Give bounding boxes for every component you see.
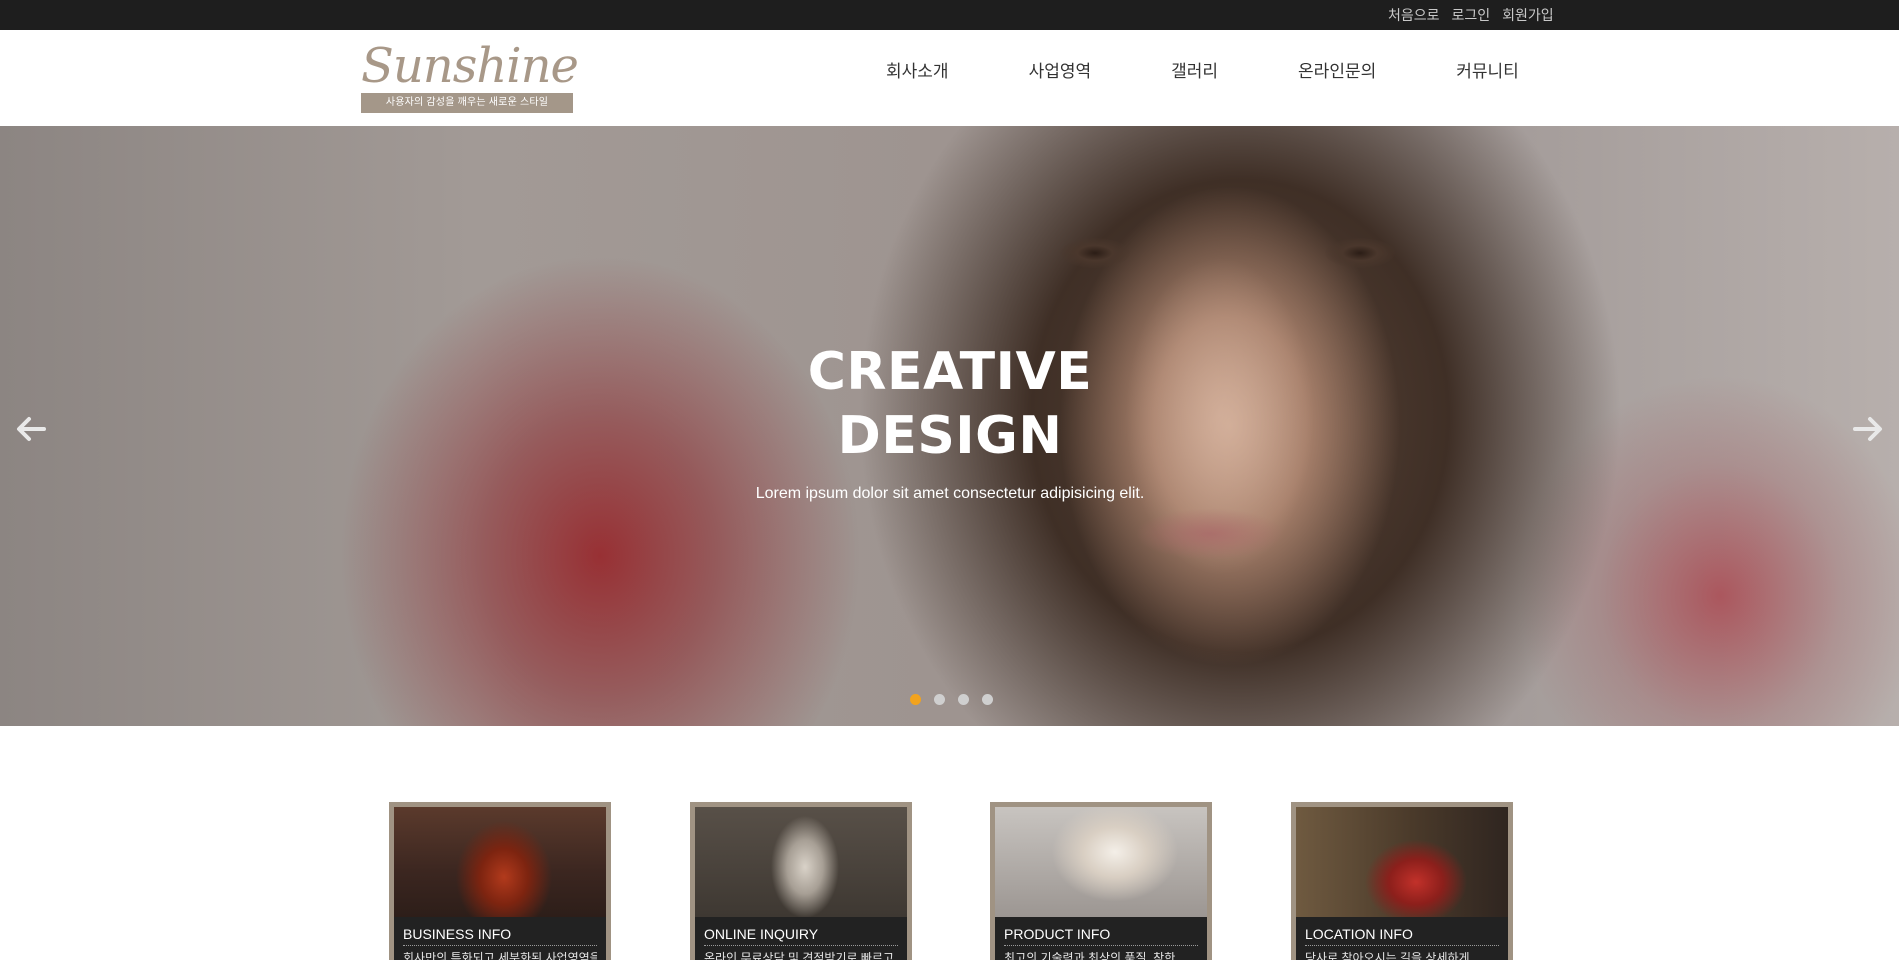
nav-item-inquiry[interactable]: 온라인문의 bbox=[1298, 60, 1376, 84]
arrow-right-icon bbox=[1853, 417, 1882, 441]
card-title: BUSINESS INFO bbox=[403, 925, 597, 946]
slider-pagination bbox=[910, 694, 993, 705]
site-logo[interactable]: Sunshine 사용자의 감성을 깨우는 새로운 스타일 bbox=[361, 38, 579, 114]
slider-prev-button[interactable] bbox=[14, 412, 48, 446]
hero-title-line1: CREATIVE bbox=[807, 342, 1093, 402]
hero-image-lips bbox=[1135, 508, 1285, 560]
card-title: PRODUCT INFO bbox=[1004, 925, 1198, 946]
site-header: Sunshine 사용자의 감성을 깨우는 새로운 스타일 회사소개 사업영역 … bbox=[0, 30, 1899, 126]
card-body: ONLINE INQUIRY 온라인 무료상담 및 견적받기로 빠르고 bbox=[695, 917, 907, 960]
card-text: 최고의 기술력과 최상의 품질, 착한 bbox=[1004, 951, 1176, 960]
slider-dot-3[interactable] bbox=[958, 694, 969, 705]
hero-description: Lorem ipsum dolor sit amet consectetur a… bbox=[755, 485, 1145, 502]
top-utility-bar: 처음으로 로그인 회원가입 bbox=[0, 0, 1899, 30]
card-title: ONLINE INQUIRY bbox=[704, 925, 898, 946]
slider-dot-1[interactable] bbox=[910, 694, 921, 705]
card-location-info[interactable]: LOCATION INFO 당사로 찾아오시는 길을 상세하게 bbox=[1291, 802, 1513, 960]
slider-dot-4[interactable] bbox=[982, 694, 993, 705]
card-body: BUSINESS INFO 회사만의 특화되고 세분화된 사업영역을 bbox=[394, 917, 606, 960]
feature-cards: BUSINESS INFO 회사만의 특화되고 세분화된 사업영역을 ONLIN… bbox=[389, 802, 1513, 960]
nav-item-business[interactable]: 사업영역 bbox=[1029, 60, 1092, 84]
logo-tagline: 사용자의 감성을 깨우는 새로운 스타일 bbox=[361, 93, 573, 113]
card-product-info[interactable]: PRODUCT INFO 최고의 기술력과 최상의 품질, 착한 bbox=[990, 802, 1212, 960]
slider-dot-2[interactable] bbox=[934, 694, 945, 705]
card-text: 회사만의 특화되고 세분화된 사업영역을 bbox=[403, 951, 597, 960]
logo-wordmark: Sunshine bbox=[361, 38, 579, 94]
arrow-left-icon bbox=[17, 417, 46, 441]
card-image bbox=[1296, 807, 1508, 917]
nav-item-community[interactable]: 커뮤니티 bbox=[1456, 60, 1519, 84]
card-business-info[interactable]: BUSINESS INFO 회사만의 특화되고 세분화된 사업영역을 bbox=[389, 802, 611, 960]
slider-next-button[interactable] bbox=[1851, 412, 1885, 446]
hero-slider: CREATIVE DESIGN Lorem ipsum dolor sit am… bbox=[0, 126, 1899, 726]
home-link[interactable]: 처음으로 bbox=[1388, 5, 1440, 25]
hero-caption: CREATIVE DESIGN Lorem ipsum dolor sit am… bbox=[740, 340, 1160, 503]
hero-image-eye-right bbox=[1325, 238, 1395, 268]
card-online-inquiry[interactable]: ONLINE INQUIRY 온라인 무료상담 및 견적받기로 빠르고 bbox=[690, 802, 912, 960]
hero-image-eye-left bbox=[1060, 238, 1130, 268]
card-text: 온라인 무료상담 및 견적받기로 빠르고 bbox=[704, 951, 894, 960]
login-link[interactable]: 로그인 bbox=[1452, 5, 1491, 25]
card-body: PRODUCT INFO 최고의 기술력과 최상의 품질, 착한 bbox=[995, 917, 1207, 960]
card-title: LOCATION INFO bbox=[1305, 925, 1499, 946]
utility-links: 처음으로 로그인 회원가입 bbox=[1388, 0, 1554, 30]
nav-item-gallery[interactable]: 갤러리 bbox=[1171, 60, 1218, 84]
card-body: LOCATION INFO 당사로 찾아오시는 길을 상세하게 bbox=[1296, 917, 1508, 960]
main-navigation: 회사소개 사업영역 갤러리 온라인문의 커뮤니티 bbox=[886, 60, 1519, 84]
card-image bbox=[695, 807, 907, 917]
card-image bbox=[394, 807, 606, 917]
nav-item-company[interactable]: 회사소개 bbox=[886, 60, 949, 84]
card-image bbox=[995, 807, 1207, 917]
signup-link[interactable]: 회원가입 bbox=[1502, 5, 1554, 25]
card-text: 당사로 찾아오시는 길을 상세하게 bbox=[1305, 951, 1470, 960]
hero-title-line2: DESIGN bbox=[837, 406, 1063, 466]
